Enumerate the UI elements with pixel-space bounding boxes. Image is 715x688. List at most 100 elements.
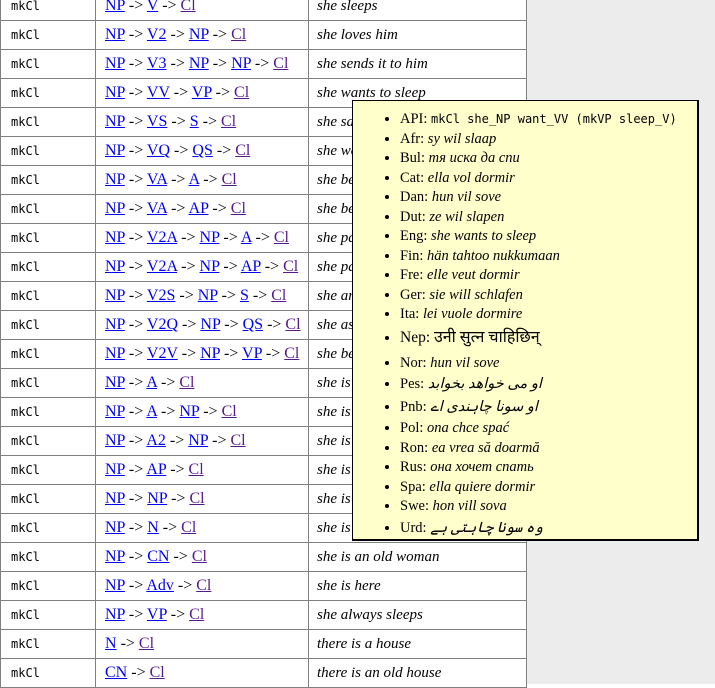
category-link-cl[interactable]: Cl xyxy=(179,374,194,391)
category-link-v2[interactable]: V2 xyxy=(147,26,167,43)
category-link-np[interactable]: NP xyxy=(231,55,251,72)
category-link-np[interactable]: NP xyxy=(105,258,125,275)
category-link-cl[interactable]: Cl xyxy=(189,461,204,478)
language-label: Swe: xyxy=(400,498,433,514)
arrow-separator: -> xyxy=(167,490,189,507)
category-link-cl[interactable]: Cl xyxy=(271,287,286,304)
category-link-cl[interactable]: Cl xyxy=(231,200,246,217)
type-signature: NP -> VQ -> QS -> Cl xyxy=(96,137,309,166)
arrow-separator: -> xyxy=(159,519,181,536)
category-link-np[interactable]: NP xyxy=(105,345,125,362)
category-link-np[interactable]: NP xyxy=(105,606,125,623)
category-link-cl[interactable]: Cl xyxy=(283,258,298,275)
category-link-np[interactable]: NP xyxy=(105,432,125,449)
category-link-qs[interactable]: QS xyxy=(192,142,212,159)
function-name: mkCl xyxy=(1,282,96,311)
category-link-a[interactable]: A xyxy=(146,403,157,420)
category-link-np[interactable]: NP xyxy=(198,287,218,304)
category-link-cl[interactable]: Cl xyxy=(196,577,211,594)
category-link-v2v[interactable]: V2V xyxy=(147,345,178,362)
category-link-cl[interactable]: Cl xyxy=(139,635,154,652)
category-link-ap[interactable]: AP xyxy=(189,200,209,217)
category-link-cl[interactable]: Cl xyxy=(222,403,237,420)
category-link-a[interactable]: A xyxy=(189,171,200,188)
category-link-np[interactable]: NP xyxy=(105,55,125,72)
category-link-np[interactable]: NP xyxy=(105,287,125,304)
category-link-cl[interactable]: Cl xyxy=(181,519,196,536)
category-link-np[interactable]: NP xyxy=(105,519,125,536)
category-link-n[interactable]: N xyxy=(105,635,117,652)
category-link-np[interactable]: NP xyxy=(105,171,125,188)
category-link-vp[interactable]: VP xyxy=(242,345,262,362)
category-link-cl[interactable]: Cl xyxy=(230,432,245,449)
category-link-np[interactable]: NP xyxy=(188,432,208,449)
category-link-np[interactable]: NP xyxy=(105,142,125,159)
category-link-np[interactable]: NP xyxy=(200,345,220,362)
category-link-vp[interactable]: VP xyxy=(192,84,212,101)
category-link-np[interactable]: NP xyxy=(105,26,125,43)
category-link-s[interactable]: S xyxy=(240,287,249,304)
category-link-np[interactable]: NP xyxy=(105,548,125,565)
category-link-np[interactable]: NP xyxy=(105,461,125,478)
category-link-np[interactable]: NP xyxy=(200,316,220,333)
category-link-np[interactable]: NP xyxy=(105,403,125,420)
category-link-np[interactable]: NP xyxy=(105,490,125,507)
category-link-va[interactable]: VA xyxy=(147,200,167,217)
category-link-np[interactable]: NP xyxy=(189,26,209,43)
category-link-np[interactable]: NP xyxy=(200,258,220,275)
arrow-separator: -> xyxy=(209,55,231,72)
translation-item: Pes: او می خواهد بخوابد xyxy=(400,373,691,396)
category-link-vq[interactable]: VQ xyxy=(147,142,170,159)
category-link-np[interactable]: NP xyxy=(105,200,125,217)
category-link-cl[interactable]: Cl xyxy=(192,548,207,565)
category-link-v2q[interactable]: V2Q xyxy=(147,316,178,333)
type-signature: CN -> Cl xyxy=(96,659,309,688)
category-link-a[interactable]: A xyxy=(146,374,157,391)
category-link-cl[interactable]: Cl xyxy=(221,113,236,130)
category-link-np[interactable]: NP xyxy=(105,374,125,391)
category-link-a2[interactable]: A2 xyxy=(146,432,166,449)
category-link-np[interactable]: NP xyxy=(147,490,167,507)
category-link-np[interactable]: NP xyxy=(105,0,125,14)
category-link-v2a[interactable]: V2A xyxy=(147,229,177,246)
category-link-cl[interactable]: Cl xyxy=(285,316,300,333)
category-link-np[interactable]: NP xyxy=(105,113,125,130)
category-link-np[interactable]: NP xyxy=(105,229,125,246)
category-link-s[interactable]: S xyxy=(190,113,199,130)
category-link-np[interactable]: NP xyxy=(105,84,125,101)
category-link-vp[interactable]: VP xyxy=(147,606,167,623)
category-link-n[interactable]: N xyxy=(147,519,159,536)
type-signature: NP -> V2S -> NP -> S -> Cl xyxy=(96,282,309,311)
category-link-np[interactable]: NP xyxy=(105,316,125,333)
category-link-vv[interactable]: VV xyxy=(147,84,170,101)
category-link-np[interactable]: NP xyxy=(105,577,125,594)
category-link-cl[interactable]: Cl xyxy=(274,229,289,246)
category-link-cl[interactable]: Cl xyxy=(231,26,246,43)
category-link-ap[interactable]: AP xyxy=(241,258,261,275)
category-link-cl[interactable]: Cl xyxy=(273,55,288,72)
category-link-v[interactable]: V xyxy=(147,0,158,14)
category-link-cn[interactable]: CN xyxy=(105,664,127,681)
category-link-vs[interactable]: VS xyxy=(147,113,167,130)
category-link-cl[interactable]: Cl xyxy=(234,84,249,101)
category-link-cl[interactable]: Cl xyxy=(284,345,299,362)
category-link-adv[interactable]: Adv xyxy=(146,577,174,594)
category-link-cl[interactable]: Cl xyxy=(189,490,204,507)
category-link-np[interactable]: NP xyxy=(179,403,199,420)
category-link-qs[interactable]: QS xyxy=(243,316,263,333)
category-link-a[interactable]: A xyxy=(241,229,252,246)
category-link-v3[interactable]: V3 xyxy=(147,55,167,72)
category-link-ap[interactable]: AP xyxy=(146,461,166,478)
category-link-v2a[interactable]: V2A xyxy=(147,258,177,275)
category-link-cl[interactable]: Cl xyxy=(235,142,250,159)
arrow-separator: -> xyxy=(166,55,188,72)
category-link-cl[interactable]: Cl xyxy=(189,606,204,623)
category-link-np[interactable]: NP xyxy=(189,55,209,72)
category-link-va[interactable]: VA xyxy=(147,171,167,188)
category-link-cl[interactable]: Cl xyxy=(150,664,165,681)
category-link-v2s[interactable]: V2S xyxy=(147,287,175,304)
category-link-np[interactable]: NP xyxy=(200,229,220,246)
category-link-cn[interactable]: CN xyxy=(147,548,169,565)
category-link-cl[interactable]: Cl xyxy=(181,0,196,14)
category-link-cl[interactable]: Cl xyxy=(222,171,237,188)
